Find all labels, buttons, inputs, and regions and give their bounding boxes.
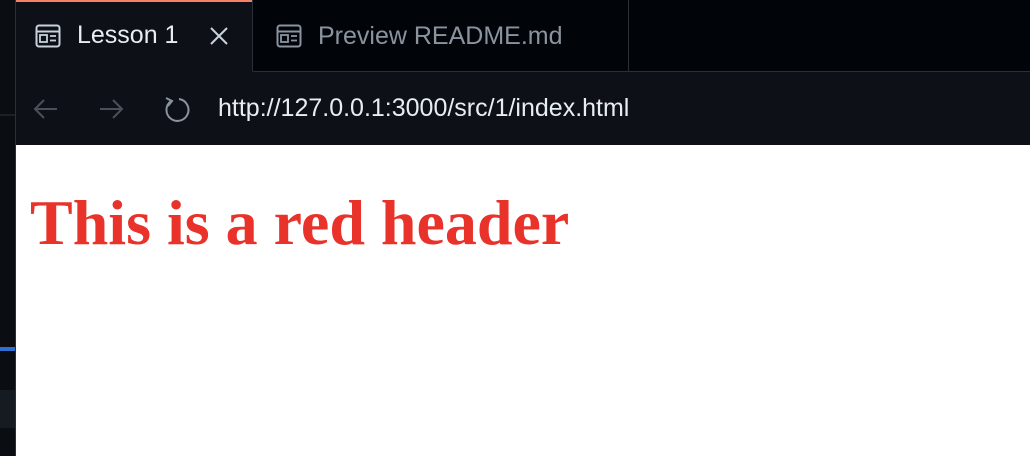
tab-label: Lesson 1 — [77, 21, 179, 49]
tab-lesson-1[interactable]: Lesson 1 — [16, 0, 253, 72]
preview-icon — [35, 24, 61, 48]
tab-preview-readme[interactable]: Preview README.md — [253, 0, 629, 72]
edge-active-marker — [0, 347, 15, 351]
edge-marker — [0, 390, 15, 428]
tab-bar: Lesson 1 Preview README.md — [16, 0, 1030, 72]
page-viewport: This is a red header — [16, 145, 1030, 456]
edge-marker — [0, 114, 15, 116]
address-bar-url[interactable]: http://127.0.0.1:3000/src/1/index.html — [218, 94, 629, 123]
close-icon[interactable] — [208, 25, 230, 47]
arrow-left-icon[interactable] — [32, 95, 60, 123]
browser-preview-window: Lesson 1 Preview README.md http://127.0.… — [0, 0, 1030, 456]
reload-icon[interactable] — [162, 95, 190, 123]
page-heading: This is a red header — [30, 187, 570, 258]
navigation-bar: http://127.0.0.1:3000/src/1/index.html — [16, 72, 1030, 145]
tab-label: Preview README.md — [318, 21, 563, 50]
preview-icon — [276, 24, 302, 48]
arrow-right-icon[interactable] — [97, 95, 125, 123]
editor-left-edge — [0, 0, 16, 456]
